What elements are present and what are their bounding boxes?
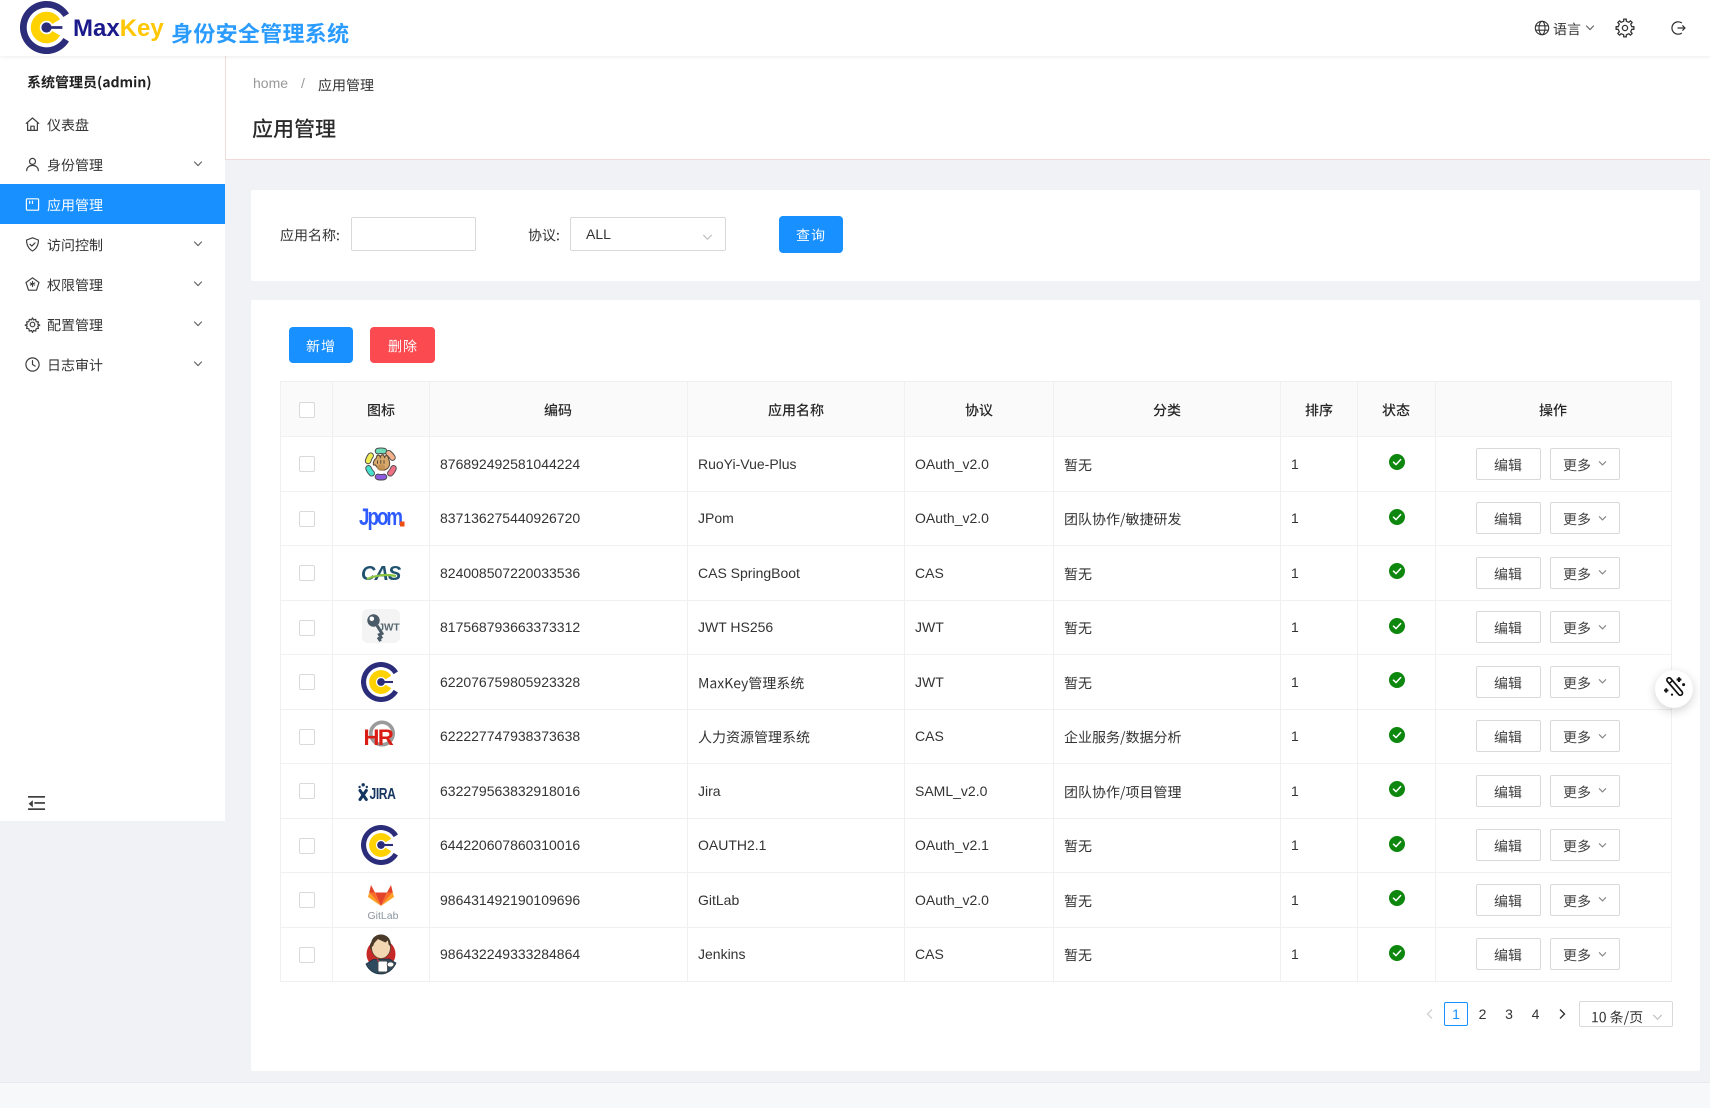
svg-text:GitLab: GitLab (368, 910, 399, 922)
svg-text:Jpom: Jpom (359, 504, 402, 531)
svg-text:JWT: JWT (378, 623, 399, 634)
svg-text:HR: HR (364, 725, 394, 750)
svg-text:JIRA: JIRA (370, 784, 396, 801)
svg-text:CAS: CAS (361, 563, 401, 585)
